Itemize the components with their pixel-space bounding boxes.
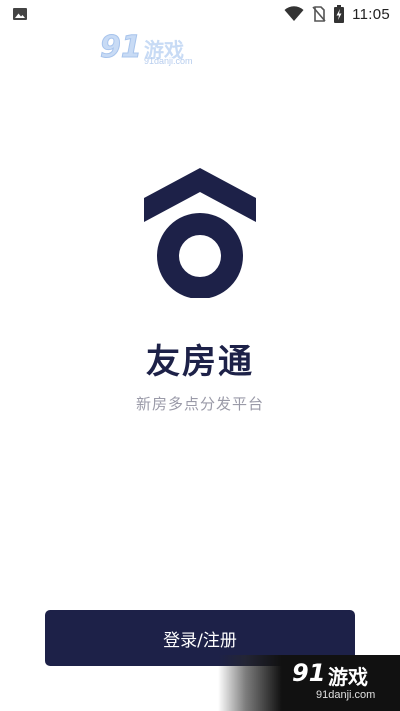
status-icons: 11:05 bbox=[284, 4, 390, 24]
no-sim-icon bbox=[312, 6, 326, 22]
watermark-url: 91danji.com bbox=[316, 689, 376, 701]
house-logo-icon bbox=[144, 168, 256, 298]
app-subtitle: 新房多点分发平台 bbox=[135, 395, 264, 413]
battery-charging-icon bbox=[334, 5, 345, 23]
image-notification-icon bbox=[13, 8, 27, 20]
status-time: 11:05 bbox=[352, 5, 390, 23]
status-bar: 11:05 bbox=[0, 0, 400, 28]
watermark-number: 91 bbox=[292, 659, 326, 687]
wifi-icon bbox=[284, 6, 304, 21]
watermark-url: 91danji.com bbox=[144, 56, 193, 66]
watermark-text: 游戏 bbox=[328, 665, 368, 689]
app-title: 友房通 bbox=[146, 342, 254, 382]
watermark-logo-top: 91 游戏 91danji.com bbox=[100, 28, 200, 68]
watermark-number: 91 bbox=[100, 30, 143, 66]
watermark-logo-bottom: 91 游戏 91danji.com bbox=[218, 655, 400, 711]
